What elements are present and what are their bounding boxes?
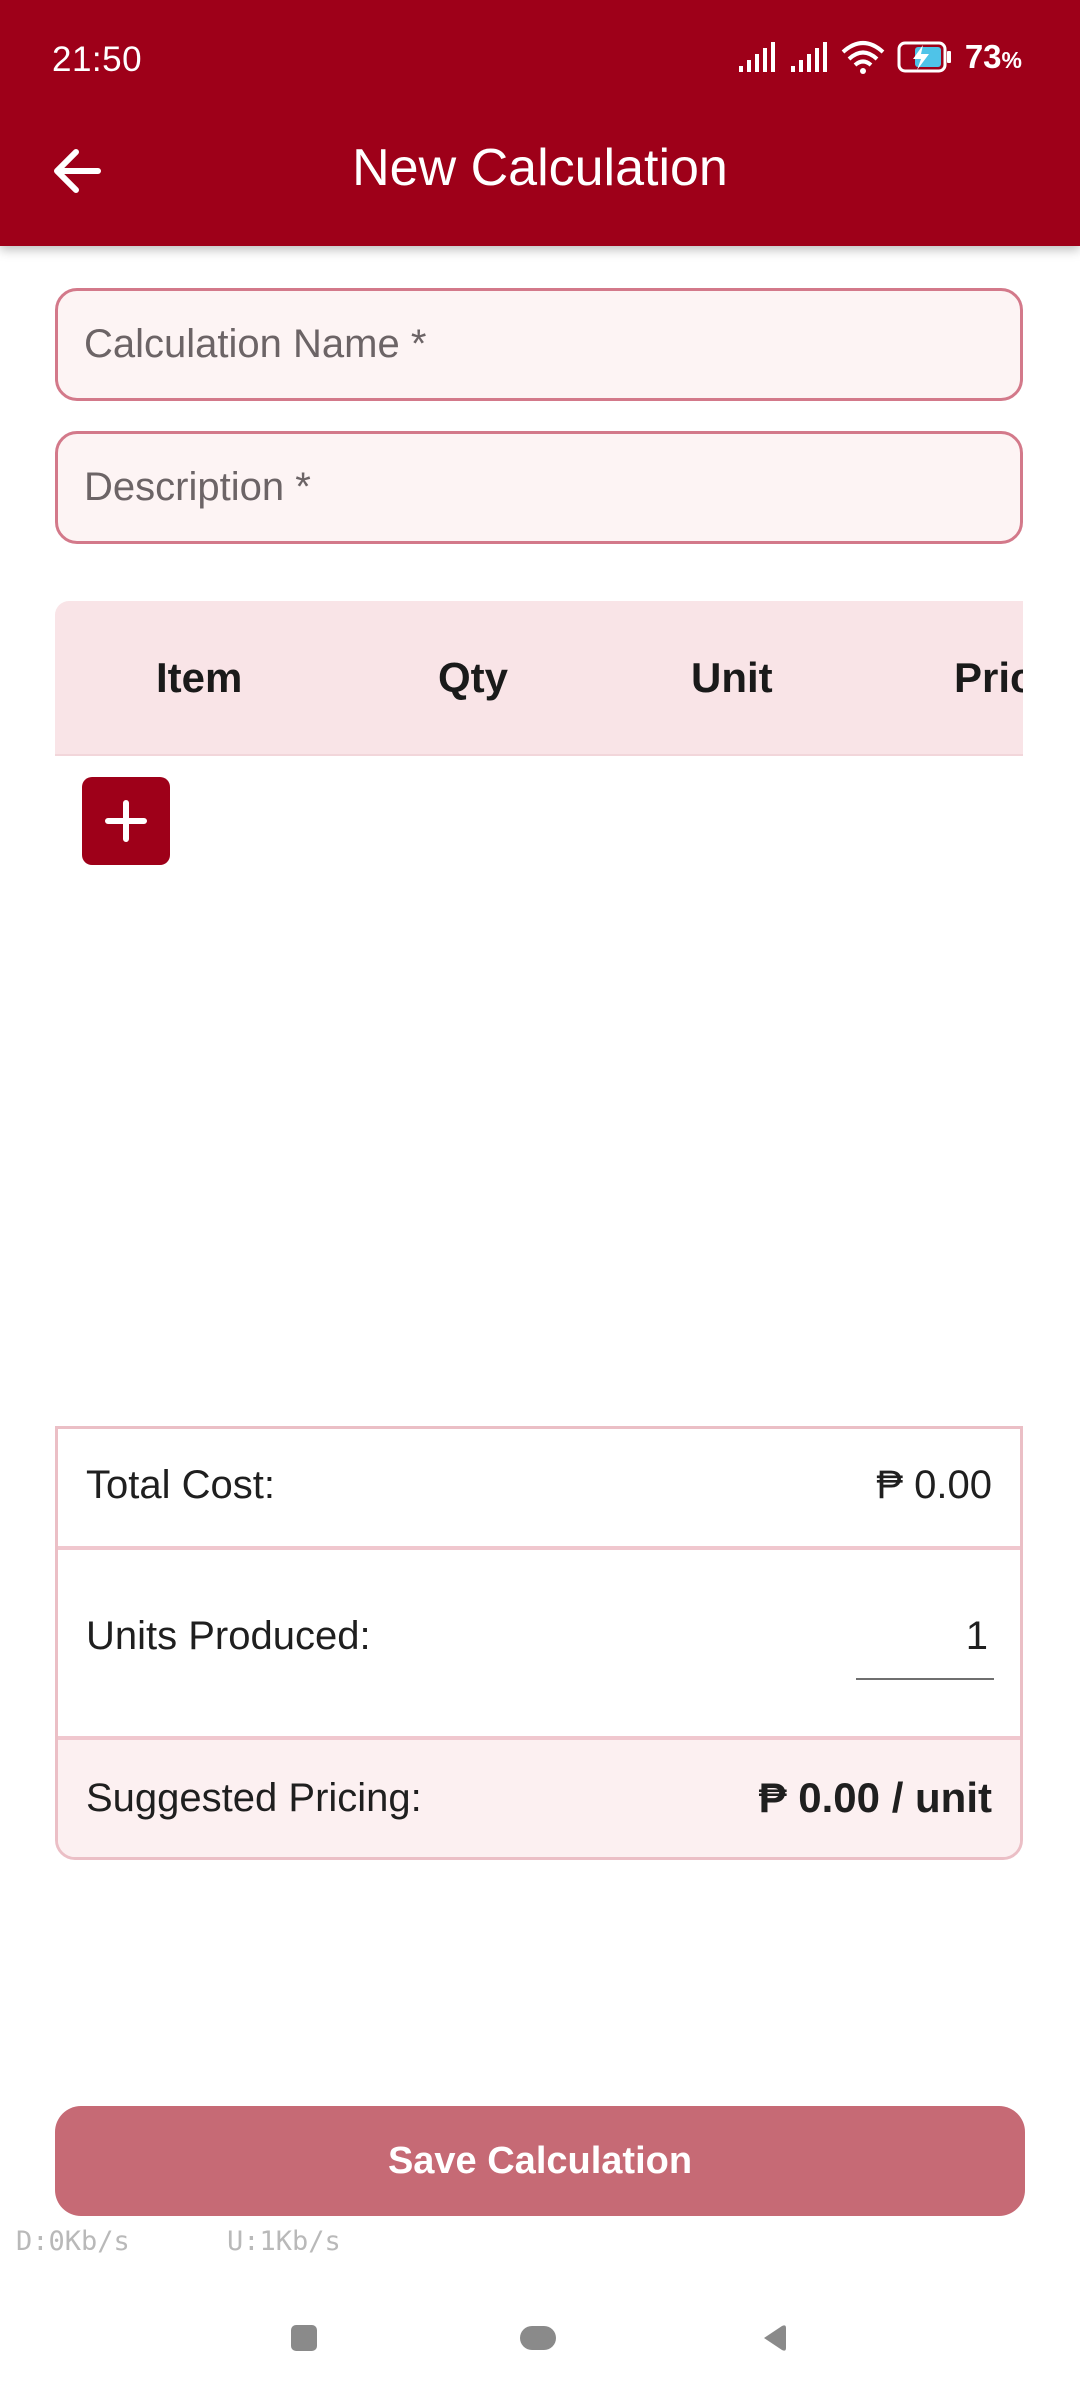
units-produced-label: Units Produced: — [86, 1614, 371, 1658]
nav-back-button[interactable] — [754, 2318, 794, 2358]
save-calculation-button[interactable]: Save Calculation — [55, 2106, 1025, 2216]
signal-icon — [790, 42, 827, 72]
app-bar: 21:50 73% New Calculation — [0, 0, 1080, 246]
description-input[interactable] — [55, 431, 1023, 544]
units-produced-row: Units Produced: — [58, 1550, 1020, 1740]
suggested-pricing-row: Suggested Pricing: ₱ 0.00 / unit — [58, 1740, 1020, 1857]
units-produced-input[interactable] — [856, 1600, 994, 1680]
total-cost-row: Total Cost: ₱ 0.00 — [58, 1429, 1020, 1550]
wifi-icon — [841, 41, 885, 74]
status-time: 21:50 — [52, 40, 143, 79]
column-header-unit: Unit — [691, 654, 773, 701]
square-icon — [291, 2325, 317, 2351]
suggested-pricing-value: ₱ 0.00 / unit — [758, 1774, 992, 1821]
calculation-name-input[interactable] — [55, 288, 1023, 401]
page-title: New Calculation — [352, 139, 728, 197]
signal-icon — [738, 42, 775, 72]
column-header-price: Pric — [954, 654, 1023, 701]
column-header-qty: Qty — [438, 654, 509, 701]
upload-speed: U:1Kb/s — [227, 2226, 341, 2257]
status-icons: 73% — [737, 38, 1022, 76]
plus-icon — [105, 800, 147, 842]
battery-percent: 73% — [964, 38, 1022, 75]
home-pill-icon — [520, 2326, 556, 2350]
nav-recents-button[interactable] — [284, 2318, 324, 2358]
add-item-button[interactable] — [82, 777, 170, 865]
back-triangle-icon — [764, 2325, 786, 2351]
suggested-pricing-label: Suggested Pricing: — [86, 1776, 422, 1820]
battery-charging-icon — [897, 41, 951, 73]
items-table-header: Item Qty Unit Pric — [55, 601, 1023, 756]
total-cost-label: Total Cost: — [86, 1463, 275, 1507]
nav-home-button[interactable] — [516, 2318, 560, 2358]
total-cost-value: ₱ 0.00 — [876, 1463, 992, 1507]
cost-summary: Total Cost: ₱ 0.00 Units Produced: Sugge… — [55, 1426, 1023, 1860]
column-header-item: Item — [156, 654, 243, 701]
download-speed: D:0Kb/s — [16, 2226, 130, 2257]
